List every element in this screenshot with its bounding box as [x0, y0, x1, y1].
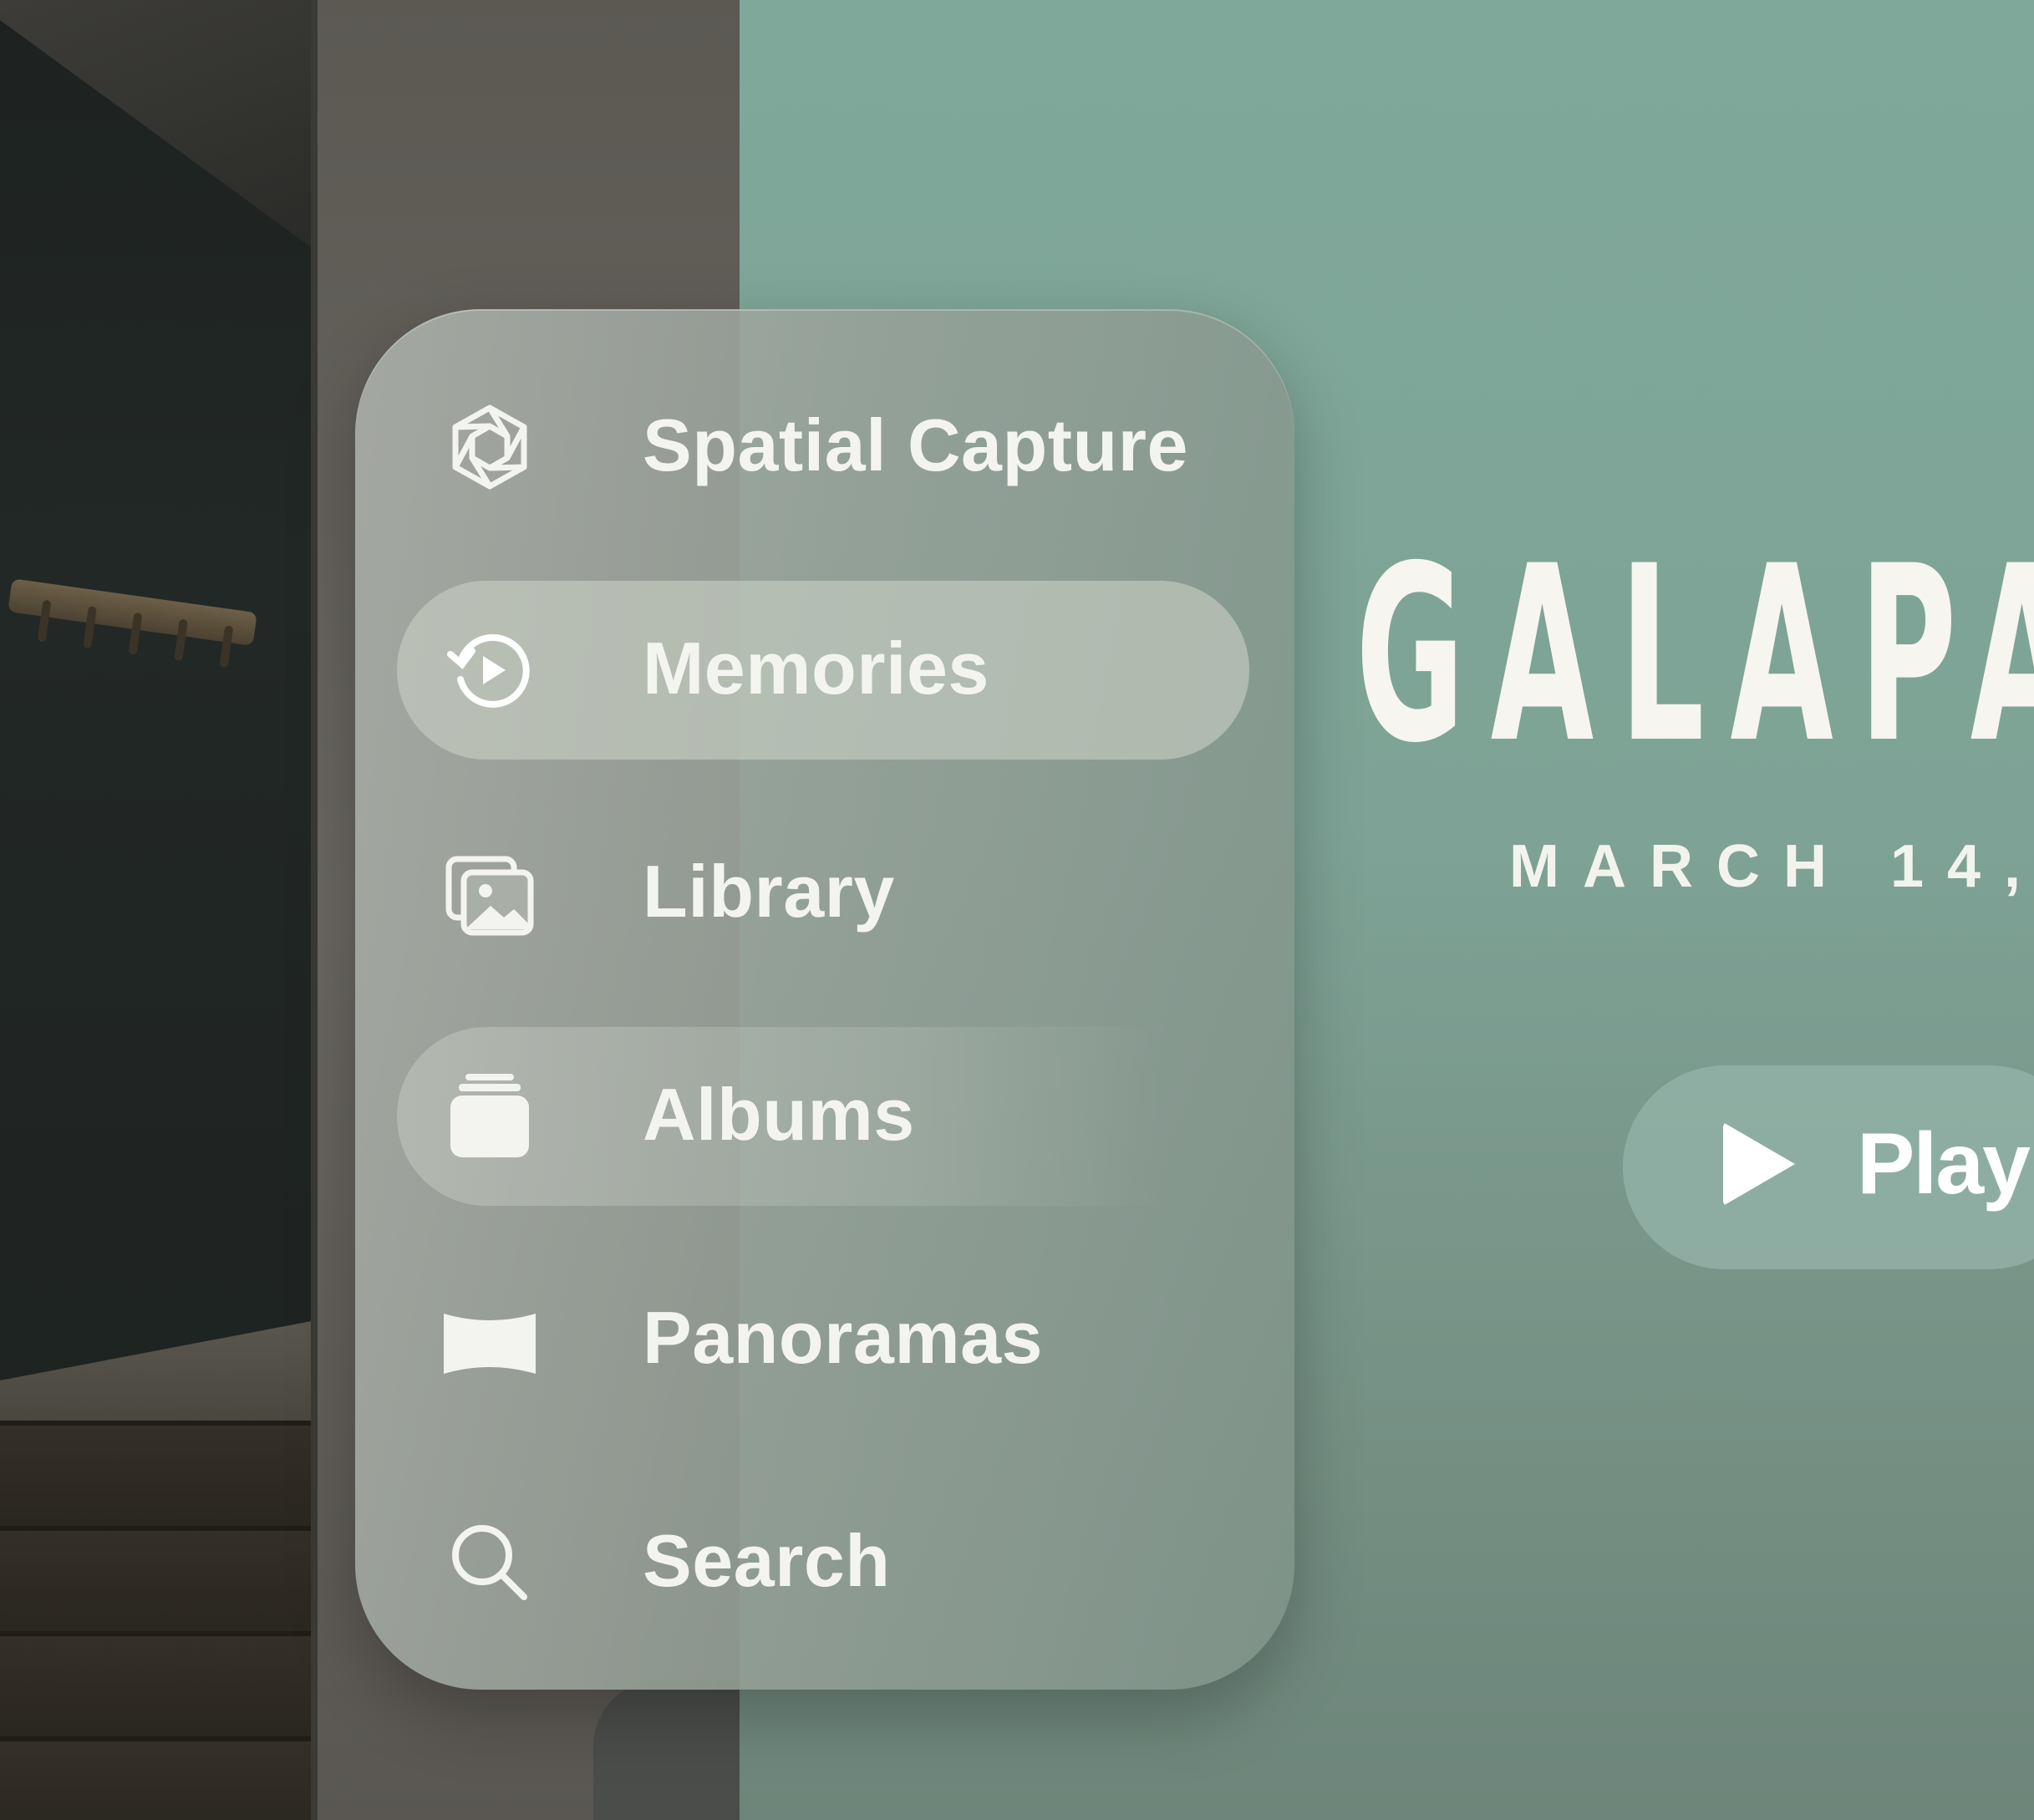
visionos-photos-scene: GALAPA MARCH 14, Play Spatial Capture Me… [0, 0, 2034, 1820]
play-button[interactable]: Play [1623, 1065, 2034, 1269]
sidebar-item-label: Albums [643, 1073, 915, 1156]
spatial-capture-icon [444, 401, 536, 493]
sidebar-item-albums[interactable]: Albums [397, 1027, 1249, 1206]
sidebar-item-memories[interactable]: Memories [397, 581, 1249, 760]
library-icon [444, 847, 536, 939]
sidebar: Spatial Capture Memories Library Albums … [355, 309, 1294, 1690]
panoramas-icon [444, 1294, 536, 1385]
sidebar-item-label: Library [643, 850, 895, 933]
sidebar-item-label: Panoramas [643, 1296, 1043, 1379]
room-chair [593, 1680, 740, 1820]
play-icon [1723, 1122, 1795, 1206]
sidebar-item-library[interactable]: Library [397, 804, 1249, 983]
sidebar-item-label: Memories [643, 627, 989, 709]
sidebar-item-spatial-capture[interactable]: Spatial Capture [397, 358, 1249, 536]
room-pillar [311, 0, 318, 1820]
albums-icon [444, 1070, 536, 1162]
search-icon [444, 1517, 536, 1609]
sidebar-item-search[interactable]: Search [397, 1473, 1249, 1652]
memory-title: GALAPA [1355, 515, 2034, 796]
memories-icon [444, 624, 536, 716]
sidebar-item-label: Spatial Capture [643, 404, 1188, 486]
memory-date: MARCH 14, [1509, 833, 2034, 900]
play-button-label: Play [1857, 1116, 2031, 1212]
sidebar-item-panoramas[interactable]: Panoramas [397, 1250, 1249, 1429]
room-drawers [0, 1421, 316, 1820]
sidebar-item-label: Search [643, 1519, 891, 1602]
